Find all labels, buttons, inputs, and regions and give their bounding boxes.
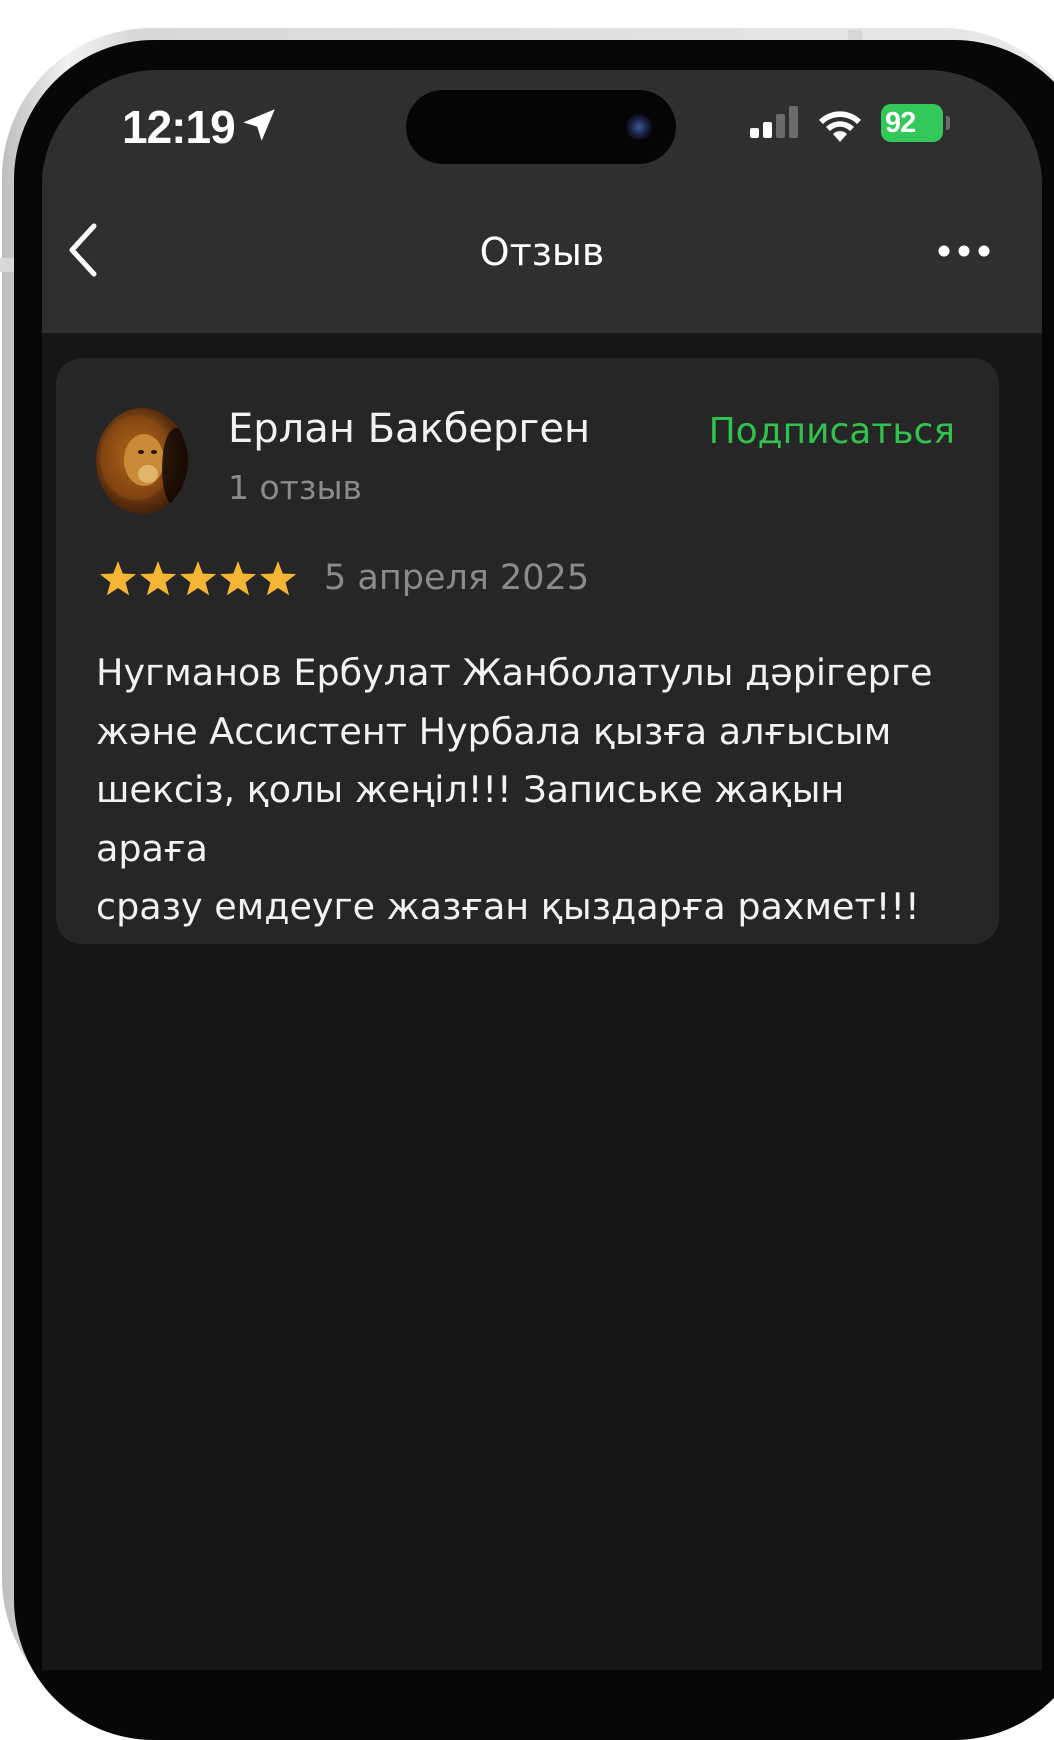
screen: 12:19 92 Отзыв Ерлан Бакберген 1 отзыв П…	[42, 70, 1042, 1670]
review-date: 5 апреля 2025	[324, 558, 590, 598]
author-review-count: 1 отзыв	[228, 468, 362, 507]
page-title: Отзыв	[479, 230, 605, 274]
camera-lens	[626, 114, 652, 140]
avatar[interactable]	[96, 408, 188, 514]
status-time: 12:19	[122, 101, 236, 153]
star-icon	[139, 561, 177, 596]
battery-tip	[946, 116, 950, 130]
star-icon	[219, 561, 257, 596]
subscribe-button[interactable]: Подписаться	[709, 411, 955, 452]
star-icon	[259, 561, 297, 596]
phone-side-button	[0, 258, 14, 272]
lion-avatar-image	[100, 416, 188, 508]
review-card: Ерлан Бакберген 1 отзыв Подписаться 5 ап…	[56, 358, 999, 944]
review-text: Нугманов Ербулат Жанболатулы дәрігерге ж…	[96, 651, 933, 928]
more-dots-icon[interactable]	[936, 242, 992, 260]
star-icon	[99, 561, 137, 596]
battery-icon: 92	[881, 104, 943, 142]
star-icon	[179, 561, 217, 596]
cellular-signal-icon	[750, 106, 798, 138]
wifi-icon	[819, 111, 861, 142]
author-name[interactable]: Ерлан Бакберген	[228, 406, 590, 452]
rating-stars	[99, 561, 297, 596]
location-arrow-icon	[243, 109, 275, 141]
